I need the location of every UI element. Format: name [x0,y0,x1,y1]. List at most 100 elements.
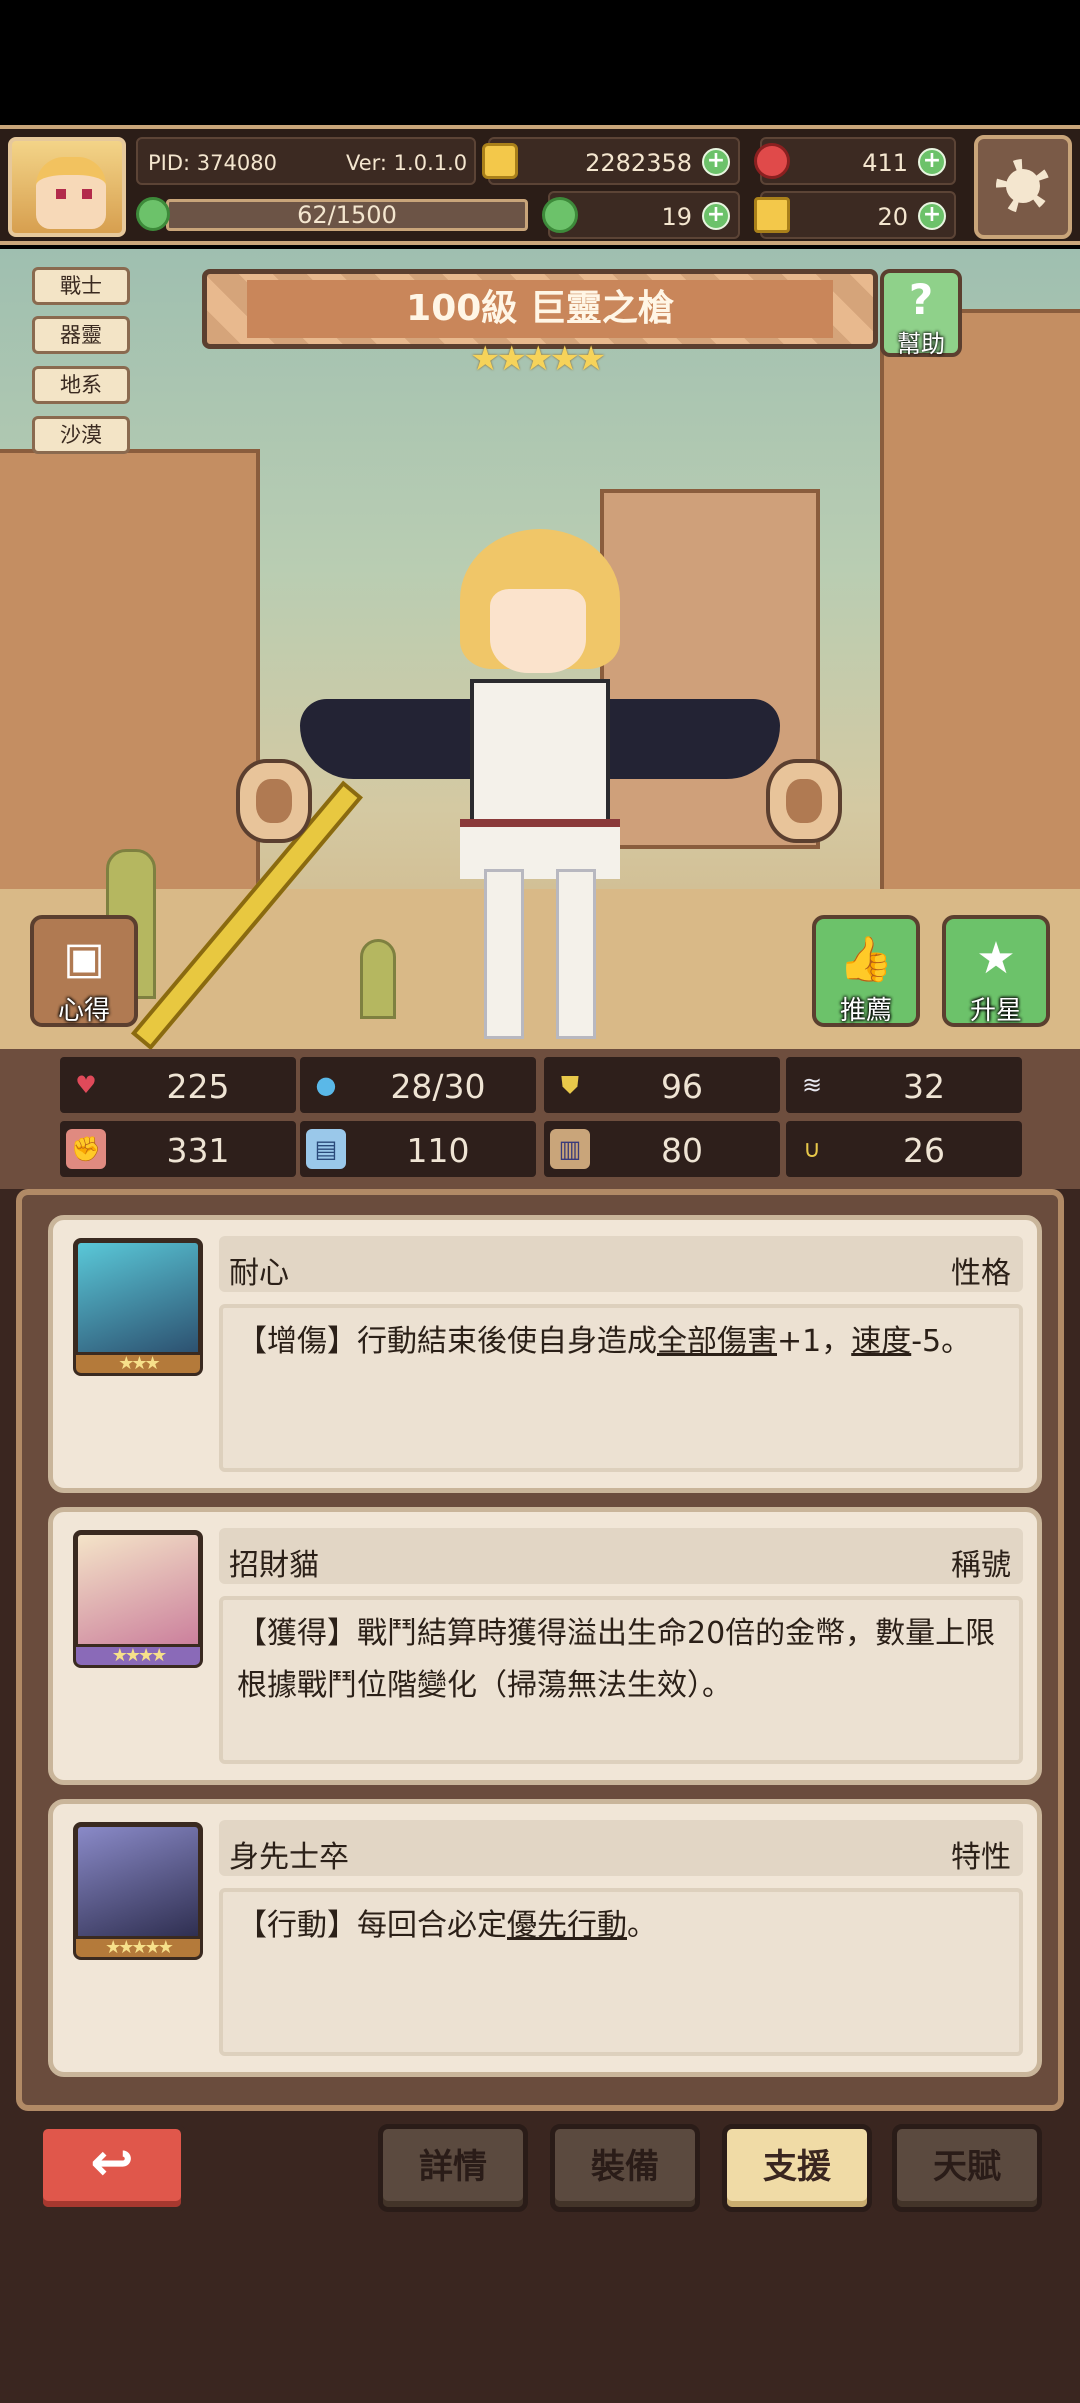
next-hero-button[interactable] [766,759,842,843]
clover-resource: 19 + [542,191,740,239]
stat-luck: ∪ 26 [786,1121,1022,1177]
tag-class: 戰士 [32,267,130,305]
recommend-label: 推薦 [839,996,892,1026]
skill-portrait-icon [73,1238,203,1366]
add-key-button[interactable]: + [918,202,946,230]
clover-icon [542,197,578,233]
cactus-decor [360,939,396,1019]
gold-resource: 2282358 + [482,137,740,185]
top-header: PID: 374080 Ver: 1.0.1.0 62/1500 2282358… [0,125,1080,245]
stat-magic: ▤ 110 [300,1121,536,1177]
add-gem-button[interactable]: + [918,148,946,176]
stat-attack: ✊ 331 [60,1121,296,1177]
player-info-panel: PID: 374080 Ver: 1.0.1.0 [136,137,476,185]
gem-value: 411 [862,149,908,177]
skill-portrait-icon [73,1530,203,1658]
skill-type: 稱號 [951,1548,1011,1583]
heart-icon: ♥ [75,1071,97,1099]
skill-portrait-icon [73,1822,203,1950]
tag-element: 地系 [32,366,130,404]
hero-title-banner: 100級 巨靈之槍 [202,269,878,349]
hero-star-rating: ★★★★★ [470,339,606,379]
stat-defense: ⛊ 96 [544,1057,780,1113]
red-gem-icon [754,143,790,179]
xp-value: 62/1500 [297,201,397,229]
chevron-left-icon [256,779,292,823]
wing-icon: ≋ [801,1071,823,1099]
scroll-icon: ▥ [550,1129,590,1169]
shield-icon: ⛊ [561,1071,579,1099]
player-id: PID: 374080 [148,151,277,175]
previous-hero-button[interactable] [236,759,312,843]
experience-bar: 62/1500 [136,191,536,237]
key-icon [754,197,790,233]
skill-name: 身先士卒 [229,1840,349,1875]
skill-card[interactable]: ★★★ 耐心 性格 【增傷】行動結束後使自身造成全部傷害+1，速度-5。 [48,1215,1042,1493]
keyword-link[interactable]: 優先行動 [507,1908,627,1943]
skill-description: 【增傷】行動結束後使自身造成全部傷害+1，速度-5。 [219,1304,1023,1472]
skill-star-rating: ★★★★★ [73,1936,203,1960]
clover-value: 19 [661,203,692,231]
tab-equipment[interactable]: 裝備 [550,2124,700,2212]
tag-habitat: 沙漠 [32,416,130,454]
rock-right-decor [880,309,1080,909]
tab-talent[interactable]: 天賦 [892,2124,1042,2212]
avatar-eye-icon [82,189,92,199]
skill-star-rating: ★★★★ [73,1644,203,1668]
gold-value: 2282358 [585,149,692,177]
skill-name: 耐心 [229,1256,289,1291]
rock-left-decor [0,449,260,909]
key-resource: 20 + [754,191,956,239]
support-skill-panel: ★★★ 耐心 性格 【增傷】行動結束後使自身造成全部傷害+1，速度-5。 ★★★… [16,1189,1064,2111]
clover-level-icon [136,197,170,231]
chevron-right-icon [786,779,822,823]
skill-description: 【行動】每回合必定優先行動。 [219,1888,1023,2056]
fist-icon: ✊ [66,1129,106,1169]
hero-face [490,589,586,673]
add-gold-button[interactable]: + [702,148,730,176]
notebook-icon: ▣ [63,933,105,984]
thumbs-up-icon: 👍 [838,934,894,985]
keyword-link[interactable]: 全部傷害 [657,1324,777,1359]
hero-leg [556,869,596,1039]
stat-resist: ▥ 80 [544,1121,780,1177]
star-upgrade-button[interactable]: ★ 升星 [942,915,1050,1027]
keyword-link[interactable]: 速度 [851,1324,911,1359]
return-arrow-icon: ↩ [90,2133,134,2193]
skill-type: 特性 [951,1840,1011,1875]
settings-button[interactable] [974,135,1072,239]
recommend-button[interactable]: 👍 推薦 [812,915,920,1027]
avatar-eye-icon [56,189,66,199]
gem-resource: 411 + [754,137,956,185]
tag-type: 器靈 [32,316,130,354]
player-avatar[interactable] [8,137,126,237]
question-icon: ? [908,275,934,324]
stat-speed: ≋ 32 [786,1057,1022,1113]
skill-type: 性格 [951,1256,1011,1291]
guide-button[interactable]: ▣ 心得 [30,915,138,1027]
guide-label: 心得 [57,996,110,1026]
help-button[interactable]: ? 幫助 [880,269,962,358]
book-icon: ▤ [306,1129,346,1169]
game-version: Ver: 1.0.1.0 [346,151,468,175]
skill-name: 招財貓 [229,1548,319,1583]
help-label: 幫助 [897,330,945,358]
skill-card[interactable]: ★★★★ 招財貓 稱號 【獲得】戰鬥結算時獲得溢出生命20倍的金幣，數量上限根據… [48,1507,1042,1785]
water-drop-icon: ● [315,1071,337,1099]
gear-icon [996,159,1050,213]
back-button[interactable]: ↩ [38,2124,186,2212]
stats-panel: ♥ 225 ● 28/30 ⛊ 96 ≋ 32 ✊ 331 ▤ 110 ▥ 80… [0,1049,1080,1189]
tab-support[interactable]: 支援 [722,2124,872,2212]
horseshoe-icon: ∪ [803,1135,821,1163]
stat-energy: ● 28/30 [300,1057,536,1113]
hero-title: 100級 巨靈之槍 [406,288,674,329]
tab-details[interactable]: 詳情 [378,2124,528,2212]
upgrade-label: 升星 [969,996,1022,1026]
star-icon: ★ [976,933,1016,984]
avatar-face [36,157,106,229]
skill-card[interactable]: ★★★★★ 身先士卒 特性 【行動】每回合必定優先行動。 [48,1799,1042,2077]
skill-description: 【獲得】戰鬥結算時獲得溢出生命20倍的金幣，數量上限根據戰鬥位階變化（掃蕩無法生… [219,1596,1023,1764]
xp-bar-track: 62/1500 [166,199,528,231]
add-clover-button[interactable]: + [702,202,730,230]
hero-leg [484,869,524,1039]
